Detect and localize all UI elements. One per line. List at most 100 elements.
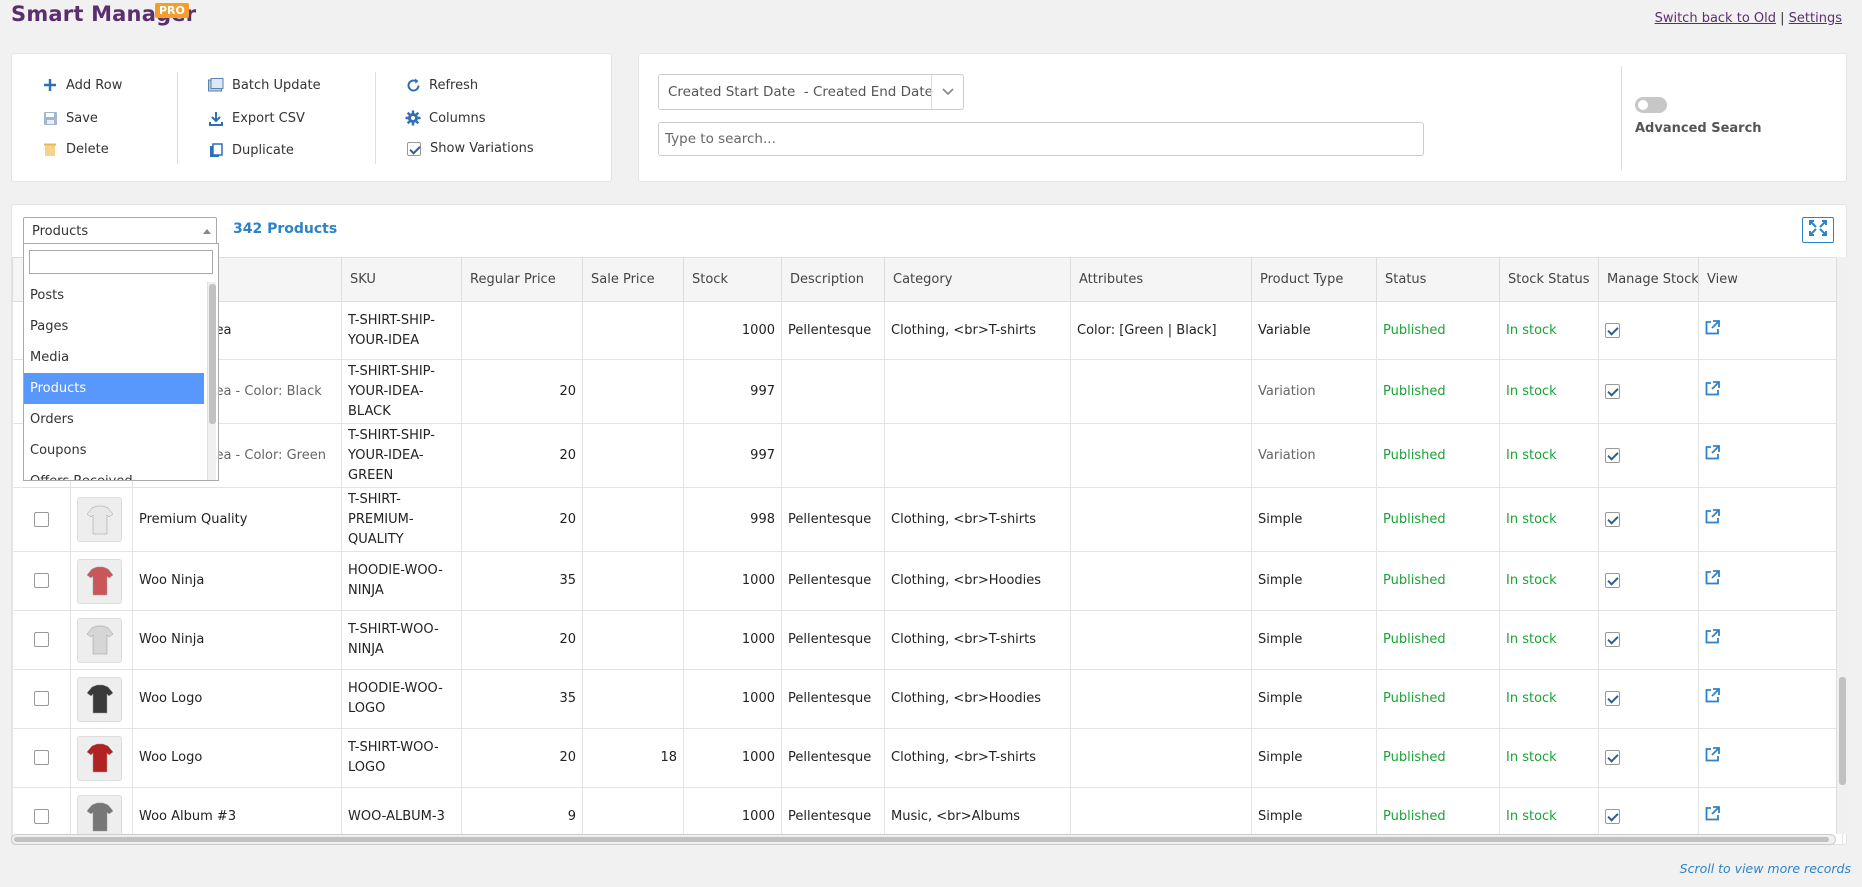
- column-header[interactable]: Description: [781, 257, 885, 302]
- sale-price-cell[interactable]: [582, 551, 684, 611]
- manage-stock-checkbox[interactable]: [1605, 691, 1620, 706]
- select-cell[interactable]: [12, 728, 71, 788]
- vertical-scrollbar[interactable]: [1836, 257, 1847, 834]
- status-cell[interactable]: Published: [1376, 359, 1500, 424]
- stock-status-cell[interactable]: In stock: [1499, 423, 1599, 488]
- attributes-cell[interactable]: [1070, 610, 1252, 670]
- select-cell[interactable]: [12, 669, 71, 729]
- manage-stock-checkbox[interactable]: [1605, 809, 1620, 824]
- settings-link[interactable]: Settings: [1789, 11, 1842, 26]
- description-cell[interactable]: [781, 359, 885, 424]
- dropdown-scrollbar[interactable]: [207, 282, 216, 480]
- manage-stock-checkbox[interactable]: [1605, 573, 1620, 588]
- manage-stock-cell[interactable]: [1598, 359, 1699, 424]
- product-type-cell[interactable]: Variation: [1251, 423, 1377, 488]
- manage-stock-checkbox[interactable]: [1605, 322, 1620, 338]
- view-cell[interactable]: [1698, 423, 1843, 488]
- manage-stock-cell[interactable]: [1598, 301, 1699, 360]
- sku-cell[interactable]: T-SHIRT-PREMIUM-QUALITY: [341, 487, 462, 552]
- external-link-icon[interactable]: [1705, 508, 1720, 531]
- column-header[interactable]: View: [1698, 257, 1843, 302]
- category-cell[interactable]: Clothing, <br>T-shirts: [884, 301, 1071, 360]
- product-type-cell[interactable]: Variable: [1251, 301, 1377, 360]
- dropdown-search-input[interactable]: [29, 250, 213, 274]
- product-type-cell[interactable]: Simple: [1251, 487, 1377, 552]
- external-link-icon[interactable]: [1705, 444, 1720, 467]
- manage-stock-checkbox[interactable]: [1605, 447, 1620, 463]
- dropdown-option[interactable]: Media: [24, 342, 204, 373]
- date-range-picker[interactable]: Created Start Date - Created End Date: [658, 74, 964, 110]
- column-header[interactable]: Regular Price: [461, 257, 583, 302]
- dropdown-option[interactable]: Offers Received: [24, 466, 204, 480]
- attributes-cell[interactable]: [1070, 359, 1252, 424]
- sale-price-cell[interactable]: [582, 610, 684, 670]
- product-thumbnail[interactable]: [77, 497, 122, 542]
- external-link-icon[interactable]: [1705, 570, 1720, 592]
- dropdown-option[interactable]: Posts: [24, 280, 204, 311]
- regular-price-cell[interactable]: 20: [461, 423, 583, 488]
- chevron-down-icon[interactable]: [931, 75, 963, 109]
- stock-cell[interactable]: 998: [683, 487, 782, 552]
- description-cell[interactable]: [781, 423, 885, 488]
- dropdown-option[interactable]: Coupons: [24, 435, 204, 466]
- row-select-checkbox[interactable]: [34, 809, 49, 824]
- manage-stock-cell[interactable]: [1598, 487, 1699, 552]
- stock-status-cell[interactable]: In stock: [1499, 487, 1599, 552]
- stock-status-cell[interactable]: In stock: [1499, 301, 1599, 360]
- duplicate-button[interactable]: Duplicate: [208, 142, 294, 158]
- manage-stock-cell[interactable]: [1598, 610, 1699, 670]
- select-cell[interactable]: [12, 610, 71, 670]
- category-cell[interactable]: Clothing, <br>T-shirts: [884, 728, 1071, 788]
- thumbnail-cell[interactable]: [70, 487, 133, 552]
- external-link-icon[interactable]: [1705, 629, 1720, 651]
- stock-cell[interactable]: 997: [683, 423, 782, 488]
- sku-cell[interactable]: T-SHIRT-SHIP-YOUR-IDEA-BLACK: [341, 359, 462, 424]
- attributes-cell[interactable]: [1070, 551, 1252, 611]
- column-header[interactable]: Stock Status: [1499, 257, 1599, 302]
- sku-cell[interactable]: T-SHIRT-WOO-LOGO: [341, 728, 462, 788]
- status-cell[interactable]: Published: [1376, 728, 1500, 788]
- category-cell[interactable]: [884, 423, 1071, 488]
- category-cell[interactable]: Clothing, <br>Hoodies: [884, 551, 1071, 611]
- sku-cell[interactable]: T-SHIRT-SHIP-YOUR-IDEA: [341, 301, 462, 360]
- product-thumbnail[interactable]: [77, 794, 122, 840]
- product-type-cell[interactable]: Simple: [1251, 551, 1377, 611]
- regular-price-cell[interactable]: 20: [461, 487, 583, 552]
- manage-stock-checkbox[interactable]: [1605, 632, 1620, 647]
- product-type-cell[interactable]: Variation: [1251, 359, 1377, 424]
- stock-status-cell[interactable]: In stock: [1499, 610, 1599, 670]
- show-variations-checkbox[interactable]: [407, 141, 421, 156]
- description-cell[interactable]: Pellentesque: [781, 301, 885, 360]
- save-button[interactable]: Save: [42, 110, 98, 126]
- row-select-checkbox[interactable]: [34, 573, 49, 588]
- stock-cell[interactable]: 997: [683, 359, 782, 424]
- attributes-cell[interactable]: Color: [Green | Black]: [1070, 301, 1252, 360]
- select-cell[interactable]: [12, 551, 71, 611]
- column-header[interactable]: SKU: [341, 257, 462, 302]
- table-row[interactable]: Woo Ninja T-SHIRT-WOO-NINJA 20 1000 Pellente…: [12, 610, 1843, 670]
- delete-button[interactable]: Delete: [42, 141, 109, 157]
- table-row[interactable]: Woo Logo T-SHIRT-WOO-LOGO 20 18 1000 Pellente…: [12, 728, 1843, 788]
- switch-back-link[interactable]: Switch back to Old: [1655, 11, 1776, 26]
- sku-cell[interactable]: HOODIE-WOO-NINJA: [341, 551, 462, 611]
- row-select-checkbox[interactable]: [34, 750, 49, 765]
- export-csv-button[interactable]: Export CSV: [208, 110, 305, 126]
- dropdown-option[interactable]: Products: [24, 373, 204, 404]
- external-link-icon[interactable]: [1705, 747, 1720, 769]
- sale-price-cell[interactable]: [582, 423, 684, 488]
- manage-stock-checkbox[interactable]: [1605, 383, 1620, 399]
- sale-price-cell[interactable]: 18: [582, 728, 684, 788]
- description-cell[interactable]: Pellentesque: [781, 487, 885, 552]
- regular-price-cell[interactable]: 35: [461, 551, 583, 611]
- attributes-cell[interactable]: [1070, 423, 1252, 488]
- dashboard-select[interactable]: Products: [23, 217, 217, 245]
- manage-stock-cell[interactable]: [1598, 423, 1699, 488]
- sale-price-cell[interactable]: [582, 487, 684, 552]
- dropdown-option[interactable]: Orders: [24, 404, 204, 435]
- manage-stock-checkbox[interactable]: [1605, 750, 1620, 765]
- table-row[interactable]: Ship Your Idea - Color: Black T-SHIRT-SHI…: [12, 359, 1843, 424]
- table-row[interactable]: Ship Your IdeaT-SHIRT-SHIP-YOUR-IDEA1000…: [12, 301, 1843, 360]
- view-cell[interactable]: [1698, 359, 1843, 424]
- batch-update-button[interactable]: Batch Update: [208, 77, 321, 93]
- thumbnail-cell[interactable]: [70, 728, 133, 788]
